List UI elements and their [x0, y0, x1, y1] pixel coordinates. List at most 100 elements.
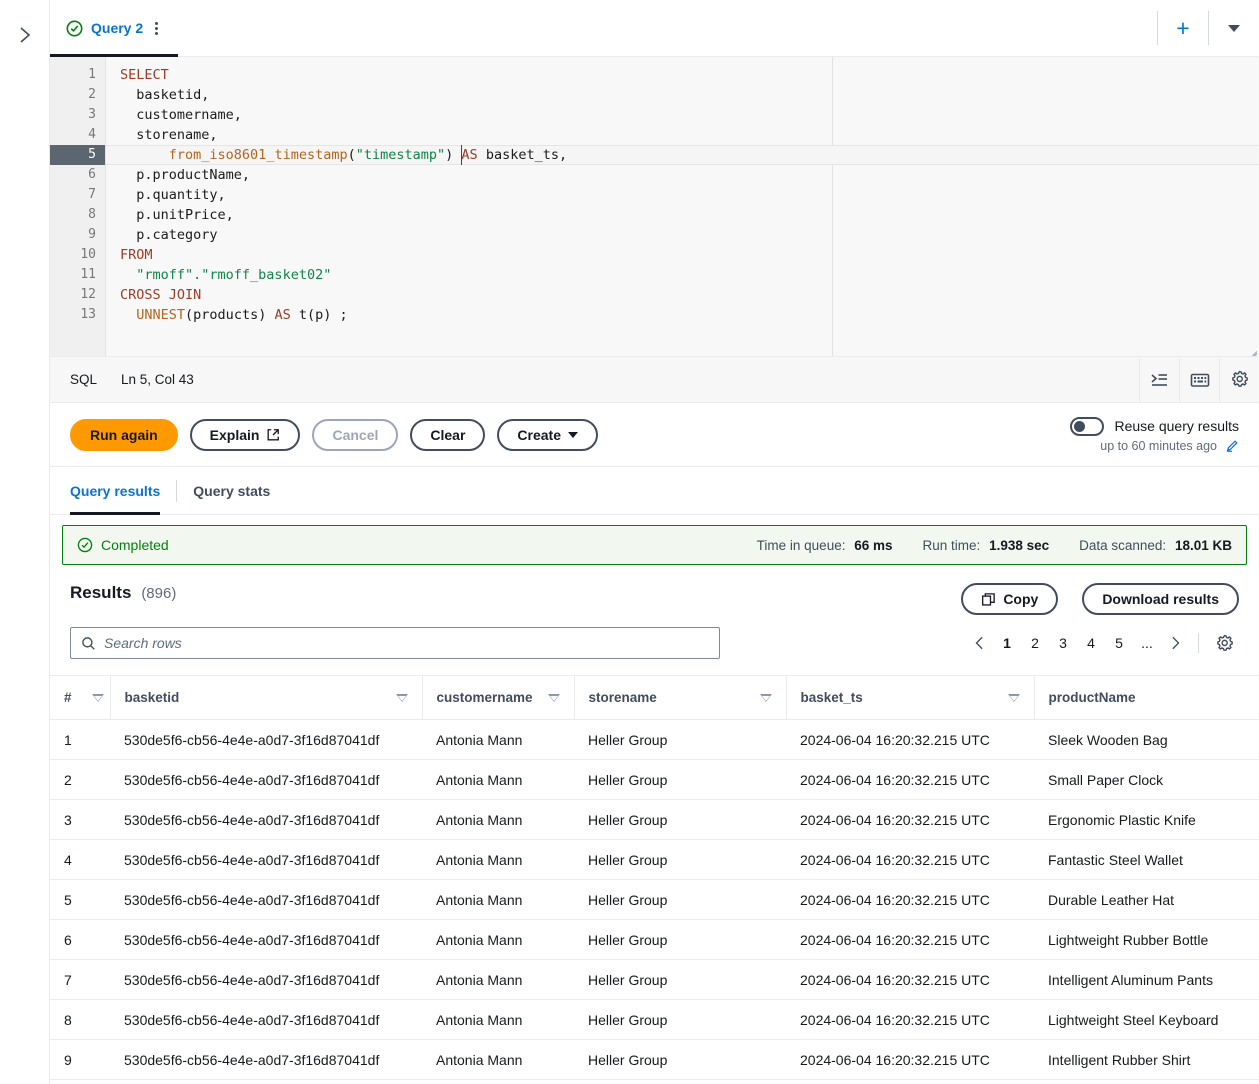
line-number: 12 — [50, 285, 105, 305]
table-row[interactable]: 5530de5f6-cb56-4e4e-a0d7-3f16d87041dfAnt… — [50, 880, 1259, 920]
code-line[interactable]: p.productName, — [106, 165, 1259, 185]
code-line[interactable]: p.category — [106, 225, 1259, 245]
tab-query-results-label: Query results — [70, 483, 160, 499]
download-results-button[interactable]: Download results — [1082, 583, 1239, 615]
cell-storename: Heller Group — [574, 760, 786, 800]
code-line[interactable]: p.quantity, — [106, 185, 1259, 205]
cell-num: 4 — [50, 840, 110, 880]
cell-storename: Heller Group — [574, 840, 786, 880]
reuse-query-results-toggle[interactable] — [1070, 417, 1104, 436]
table-row[interactable]: 3530de5f6-cb56-4e4e-a0d7-3f16d87041dfAnt… — [50, 800, 1259, 840]
query-tab-menu-button[interactable] — [153, 18, 160, 39]
kebab-dot — [155, 22, 158, 25]
code-line[interactable]: UNNEST(products) AS t(p) ; — [106, 305, 1259, 325]
expand-sidebar-button[interactable] — [10, 20, 40, 50]
sort-descending-icon[interactable] — [1008, 694, 1020, 702]
create-button[interactable]: Create — [497, 419, 598, 451]
table-row[interactable]: 2530de5f6-cb56-4e4e-a0d7-3f16d87041dfAnt… — [50, 760, 1259, 800]
column-header-productName[interactable]: productName — [1034, 676, 1259, 720]
code-line[interactable]: "rmoff"."rmoff_basket02" — [106, 265, 1259, 285]
format-query-button[interactable] — [1139, 357, 1179, 403]
sort-descending-icon[interactable] — [92, 694, 104, 702]
code-line[interactable]: basketid, — [106, 85, 1259, 105]
pagination-page-2[interactable]: 2 — [1022, 629, 1048, 657]
line-number: 4 — [50, 125, 105, 145]
keyboard-shortcuts-button[interactable] — [1179, 357, 1219, 403]
results-preferences-button[interactable] — [1209, 629, 1239, 657]
stat-value: 66 ms — [854, 538, 892, 553]
table-row[interactable]: 6530de5f6-cb56-4e4e-a0d7-3f16d87041dfAnt… — [50, 920, 1259, 960]
column-header-num[interactable]: # — [50, 676, 110, 720]
stat-data-scanned: Data scanned: 18.01 KB — [1079, 538, 1232, 553]
line-number: 8 — [50, 205, 105, 225]
sql-editor[interactable]: 12345678910111213 SELECT basketid, custo… — [50, 57, 1259, 357]
line-number: 10 — [50, 245, 105, 265]
clear-button[interactable]: Clear — [410, 419, 485, 451]
editor-resize-handle[interactable] — [1243, 340, 1257, 354]
cell-basketid: 530de5f6-cb56-4e4e-a0d7-3f16d87041df — [110, 760, 422, 800]
pagination-previous-button[interactable] — [966, 629, 992, 657]
column-header-basketid[interactable]: basketid — [110, 676, 422, 720]
code-line[interactable]: p.unitPrice, — [106, 205, 1259, 225]
column-header-basket_ts[interactable]: basket_ts — [786, 676, 1034, 720]
code-line[interactable]: CROSS JOIN — [106, 285, 1259, 305]
search-input[interactable]: Search rows — [70, 627, 720, 659]
tab-query-stats[interactable]: Query stats — [177, 467, 286, 514]
table-row[interactable]: 8530de5f6-cb56-4e4e-a0d7-3f16d87041dfAnt… — [50, 1000, 1259, 1040]
cell-basket_ts: 2024-06-04 16:20:32.215 UTC — [786, 880, 1034, 920]
cell-num: 6 — [50, 920, 110, 960]
edit-reuse-duration-button[interactable] — [1225, 439, 1239, 453]
code-token — [120, 147, 169, 163]
run-again-button[interactable]: Run again — [70, 419, 178, 451]
code-line[interactable]: from_iso8601_timestamp("timestamp") AS b… — [106, 145, 1259, 165]
table-row[interactable]: 7530de5f6-cb56-4e4e-a0d7-3f16d87041dfAnt… — [50, 960, 1259, 1000]
query-tab-query-2[interactable]: Query 2 — [50, 0, 178, 56]
cell-customername: Antonia Mann — [422, 880, 574, 920]
line-number: 5 — [50, 145, 105, 165]
editor-settings-button[interactable] — [1219, 357, 1259, 403]
results-search-row: Search rows 1 2 3 4 5 ... — [50, 615, 1259, 659]
editor-status-bar: SQL Ln 5, Col 43 — [50, 357, 1259, 403]
line-number: 11 — [50, 265, 105, 285]
column-header-inner: customername — [437, 690, 560, 705]
code-line[interactable]: FROM — [106, 245, 1259, 265]
keyboard-icon — [1190, 372, 1210, 388]
explain-button[interactable]: Explain — [190, 419, 301, 451]
line-number: 13 — [50, 305, 105, 325]
sort-descending-icon[interactable] — [760, 694, 772, 702]
editor-code-area[interactable]: SELECT basketid, customername, storename… — [106, 57, 1259, 356]
column-header-storename[interactable]: storename — [574, 676, 786, 720]
cell-num: 7 — [50, 960, 110, 1000]
results-title-group: Results (896) — [70, 583, 176, 603]
pagination-next-button[interactable] — [1162, 629, 1188, 657]
code-line[interactable]: storename, — [106, 125, 1259, 145]
pagination-ellipsis: ... — [1134, 629, 1160, 657]
left-sidebar-rail — [0, 0, 50, 1084]
cell-basketid: 530de5f6-cb56-4e4e-a0d7-3f16d87041df — [110, 880, 422, 920]
code-line[interactable]: SELECT — [106, 65, 1259, 85]
sort-descending-icon[interactable] — [548, 694, 560, 702]
pencil-icon — [1225, 439, 1239, 453]
table-row[interactable]: 4530de5f6-cb56-4e4e-a0d7-3f16d87041dfAnt… — [50, 840, 1259, 880]
tab-list-dropdown-button[interactable] — [1209, 0, 1259, 56]
copy-button[interactable]: Copy — [961, 583, 1058, 615]
results-table: #basketid customername storenamebasket_ts p… — [50, 675, 1259, 1080]
cell-num: 8 — [50, 1000, 110, 1040]
cell-productName: Intelligent Aluminum Pants — [1034, 960, 1259, 1000]
sort-descending-icon[interactable] — [396, 694, 408, 702]
cell-basket_ts: 2024-06-04 16:20:32.215 UTC — [786, 760, 1034, 800]
column-header-customername[interactable]: customername — [422, 676, 574, 720]
pagination-page-3[interactable]: 3 — [1050, 629, 1076, 657]
pagination-page-5[interactable]: 5 — [1106, 629, 1132, 657]
status-text: Completed — [101, 537, 169, 553]
code-token: basketid, — [120, 87, 209, 103]
pagination-page-4[interactable]: 4 — [1078, 629, 1104, 657]
table-row[interactable]: 9530de5f6-cb56-4e4e-a0d7-3f16d87041dfAnt… — [50, 1040, 1259, 1080]
stat-run-time: Run time: 1.938 sec — [923, 538, 1050, 553]
code-line[interactable]: customername, — [106, 105, 1259, 125]
tab-query-results[interactable]: Query results — [70, 467, 176, 514]
pagination-page-1[interactable]: 1 — [994, 629, 1020, 657]
column-header-inner: productName — [1049, 690, 1259, 705]
new-query-tab-button[interactable]: + — [1158, 0, 1208, 56]
table-row[interactable]: 1530de5f6-cb56-4e4e-a0d7-3f16d87041dfAnt… — [50, 720, 1259, 760]
